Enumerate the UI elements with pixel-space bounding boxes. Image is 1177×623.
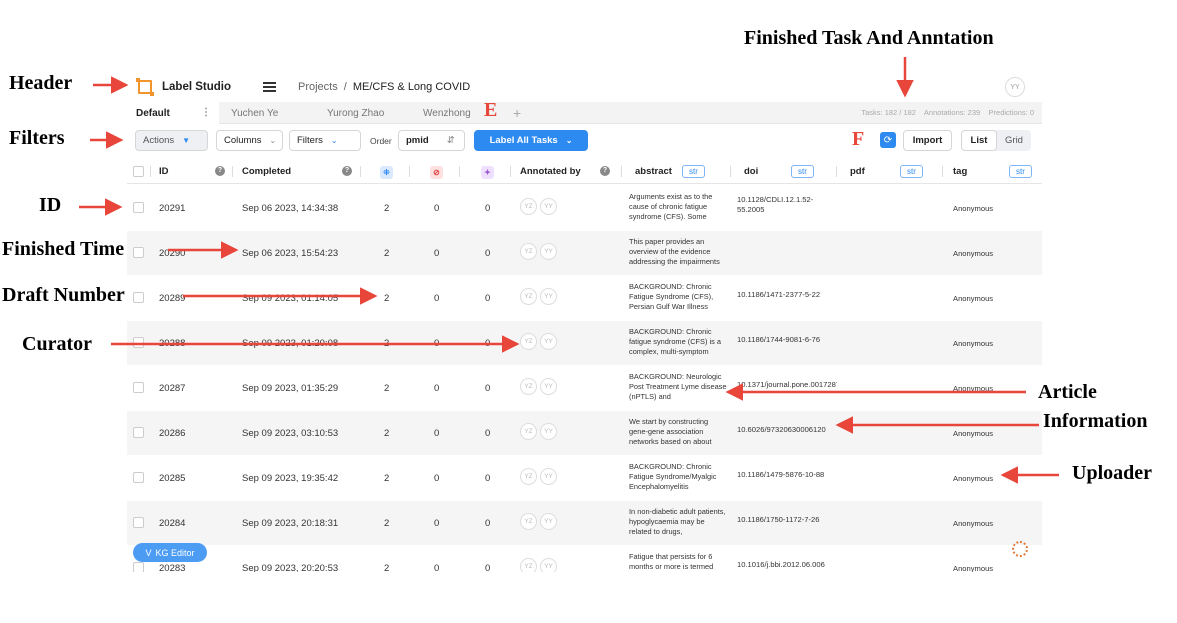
annotation-arrows — [79, 57, 1059, 484]
label-letter-e: E — [484, 99, 498, 121]
label-finished-task: Finished Task And Anntation — [744, 27, 994, 49]
label-id: ID — [39, 194, 62, 216]
label-finished-time: Finished Time — [2, 238, 125, 260]
label-header: Header — [9, 72, 73, 94]
label-letter-f: F — [852, 128, 865, 150]
label-uploader: Uploader — [1072, 462, 1152, 484]
label-filters: Filters — [9, 127, 65, 149]
label-draft-number: Draft Number — [2, 284, 125, 306]
label-curator: Curator — [22, 333, 92, 355]
label-article: Article — [1038, 381, 1097, 403]
label-information: Information — [1043, 410, 1148, 432]
